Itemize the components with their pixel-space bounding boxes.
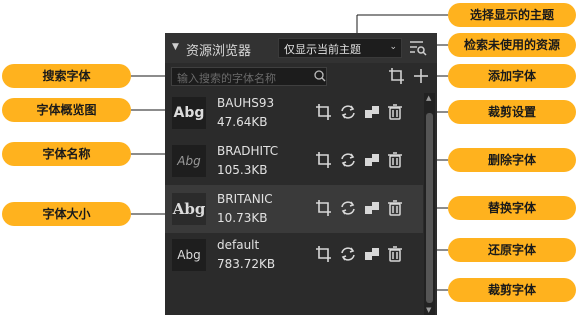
callout-font-preview: 字体概览图 [2, 98, 131, 122]
font-size: 783.72KB [217, 257, 276, 271]
crop-icon[interactable] [315, 103, 333, 121]
callout-crop-font: 裁剪字体 [448, 278, 576, 302]
crop-settings-button[interactable] [388, 66, 406, 86]
font-row[interactable]: Abg BRADHITC 105.3KB [165, 141, 423, 185]
callout-crop-settings: 裁剪设置 [448, 100, 576, 124]
replace-icon[interactable] [363, 103, 381, 121]
font-search-input[interactable]: 输入搜索的字体名称 [171, 67, 327, 86]
font-row[interactable]: Abg BAUHS93 47.64KB [165, 93, 423, 137]
search-unused-button[interactable] [409, 39, 427, 57]
theme-filter-value: 仅显示当前主题 [284, 43, 361, 56]
callout-font-size: 字体大小 [2, 202, 131, 226]
crop-icon[interactable] [315, 199, 333, 217]
chevron-down-icon: ⌄ [389, 42, 397, 52]
font-preview-thumbnail: Abg [172, 145, 206, 177]
callout-search-unused: 检索未使用的资源 [448, 33, 576, 57]
font-size: 10.73KB [217, 211, 268, 225]
font-preview-thumbnail: Abg [172, 239, 206, 271]
font-preview-thumbnail: Abg [172, 97, 206, 129]
scroll-up-arrow-icon[interactable]: ▲ [426, 94, 431, 102]
crop-settings-icon [389, 68, 404, 84]
replace-icon[interactable] [363, 199, 381, 217]
trash-icon[interactable] [386, 103, 404, 121]
font-name: default [217, 238, 260, 252]
callout-replace-font: 替换字体 [448, 196, 576, 220]
callout-search-font: 搜索字体 [2, 64, 131, 88]
panel-header: ▼ 资源浏览器 仅显示当前主题 ⌄ [165, 33, 437, 63]
search-placeholder: 输入搜索的字体名称 [177, 72, 276, 85]
callout-add-font: 添加字体 [448, 64, 576, 88]
font-size: 105.3KB [217, 163, 268, 177]
font-size: 47.64KB [217, 115, 268, 129]
collapse-triangle-icon[interactable]: ▼ [172, 42, 179, 52]
font-name: BRITANIC [217, 192, 273, 206]
list-scrollbar[interactable]: ▲ ▼ [424, 93, 435, 315]
crop-icon[interactable] [315, 245, 333, 263]
scroll-down-arrow-icon[interactable]: ▼ [426, 306, 431, 314]
restore-icon[interactable] [339, 199, 357, 217]
add-icon [414, 69, 428, 83]
trash-icon[interactable] [386, 199, 404, 217]
scrollbar-thumb[interactable] [426, 113, 433, 303]
font-list: Abg BAUHS93 47.64KB Abg BRADHITC 105.3KB… [165, 93, 423, 315]
replace-icon[interactable] [363, 151, 381, 169]
theme-filter-select[interactable]: 仅显示当前主题 ⌄ [278, 38, 402, 58]
replace-icon[interactable] [363, 245, 381, 263]
add-font-button[interactable] [412, 66, 430, 86]
font-row[interactable]: Abg default 783.72KB [165, 235, 423, 279]
resource-browser-panel: ▼ 资源浏览器 仅显示当前主题 ⌄ 输入搜索的字体名称 Abg BAUHS93 … [165, 33, 437, 315]
font-row[interactable]: Abg BRITANIC 10.73KB [165, 185, 423, 233]
search-icon [314, 70, 326, 82]
font-name: BRADHITC [217, 144, 279, 158]
callout-font-name: 字体名称 [2, 142, 131, 166]
restore-icon[interactable] [339, 103, 357, 121]
font-preview-thumbnail: Abg [172, 193, 206, 225]
trash-icon[interactable] [386, 245, 404, 263]
restore-icon[interactable] [339, 245, 357, 263]
restore-icon[interactable] [339, 151, 357, 169]
callout-restore-font: 还原字体 [448, 238, 576, 262]
search-list-icon [410, 41, 427, 56]
trash-icon[interactable] [386, 151, 404, 169]
crop-icon[interactable] [315, 151, 333, 169]
callout-delete-font: 删除字体 [448, 148, 576, 172]
font-name: BAUHS93 [217, 96, 275, 110]
panel-title: 资源浏览器 [186, 44, 252, 59]
search-button[interactable] [312, 68, 327, 85]
callout-select-theme: 选择显示的主题 [448, 3, 576, 27]
